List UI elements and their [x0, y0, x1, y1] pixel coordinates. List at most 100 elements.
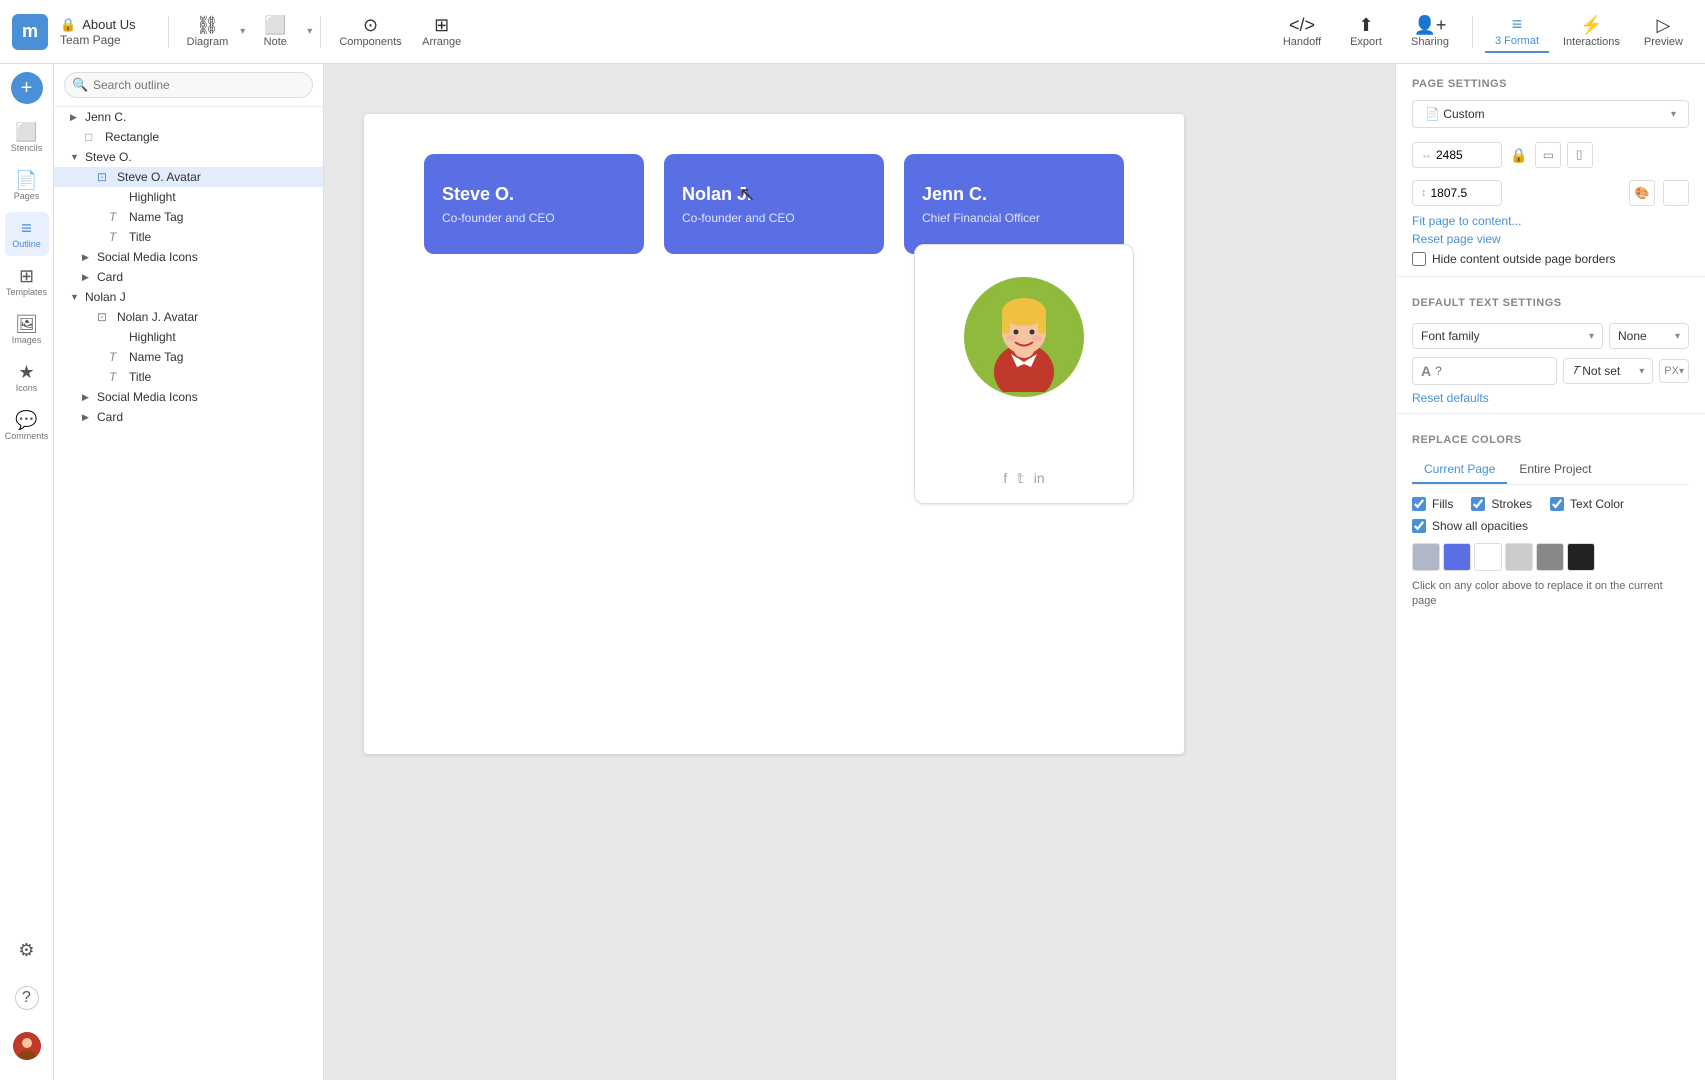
help-button[interactable]: ?	[5, 976, 49, 1020]
font-size-input-box[interactable]: A	[1412, 357, 1557, 385]
sidebar-item-pages[interactable]: 📄 Pages	[5, 164, 49, 208]
fills-row: Fills Strokes Text Color	[1396, 493, 1705, 515]
sidebar-item-icons[interactable]: ★ Icons	[5, 356, 49, 400]
handoff-tool[interactable]: </> Handoff	[1272, 12, 1332, 52]
font-not-set-dropdown[interactable]: 𝑇 Not set ▾	[1563, 358, 1653, 384]
width-input-box[interactable]: ↔	[1412, 142, 1502, 168]
interactions-tool[interactable]: ⚡ Interactions	[1553, 12, 1630, 52]
font-size-input[interactable]	[1435, 364, 1475, 378]
export-tool[interactable]: ⬆ Export	[1336, 12, 1396, 52]
outline-item-nametag-nolan[interactable]: T Name Tag	[54, 347, 323, 367]
sidebar-item-outline[interactable]: ≡ Outline	[5, 212, 49, 256]
outline-item-card-nolan[interactable]: ▶ Card	[54, 407, 323, 427]
fills-label: Fills	[1432, 497, 1453, 511]
hide-content-row: Hide content outside page borders	[1396, 248, 1705, 270]
dimensions-row: ↔ 🔒 ▭ ▭	[1396, 136, 1705, 174]
px-unit-box: PX ▾	[1659, 359, 1689, 383]
color-swatch-gray-medium[interactable]	[1505, 543, 1533, 571]
steve-o-role: Co-founder and CEO	[442, 211, 626, 225]
reset-defaults-link[interactable]: Reset defaults	[1396, 389, 1705, 407]
components-tool[interactable]: ⊙ Components	[329, 12, 411, 52]
outline-item-title-nolan[interactable]: T Title	[54, 367, 323, 387]
outline-item-highlight-nolan[interactable]: Highlight	[54, 327, 323, 347]
height-input-box[interactable]: ↕	[1412, 180, 1502, 206]
strokes-checkbox[interactable]	[1471, 497, 1485, 511]
rectangle-icon: □	[85, 130, 101, 144]
note-arrow[interactable]: ▾	[307, 26, 312, 37]
width-input[interactable]	[1436, 148, 1491, 162]
user-avatar[interactable]	[5, 1024, 49, 1068]
note-tool[interactable]: ⬜ Note ▾	[245, 12, 312, 52]
fit-page-link[interactable]: Fit page to content...	[1396, 212, 1705, 230]
color-swatch-gray-light[interactable]	[1412, 543, 1440, 571]
card-jenn-c-top[interactable]: Jenn C. Chief Financial Officer	[904, 154, 1124, 254]
steve-avatar-icon: ⊡	[97, 170, 113, 184]
page-size-dropdown[interactable]: 📄 Custom ▾	[1412, 100, 1689, 128]
jenn-c-name: Jenn C.	[922, 184, 1106, 205]
outline-item-nolan-j[interactable]: ▼ Nolan J	[54, 287, 323, 307]
sidebar-item-comments[interactable]: 💬 Comments	[5, 404, 49, 448]
steve-avatar-label: Steve O. Avatar	[117, 170, 201, 184]
settings-button[interactable]: ⚙	[5, 928, 49, 972]
card-steve-o[interactable]: Steve O. Co-founder and CEO	[424, 154, 644, 254]
color-swatch-blue[interactable]	[1443, 543, 1471, 571]
sidebar-item-images[interactable]: 🖼 Images	[5, 308, 49, 352]
outline-item-nolan-avatar[interactable]: ⊡ Nolan J. Avatar	[54, 307, 323, 327]
preview-tool[interactable]: ▷ Preview	[1634, 12, 1693, 52]
entire-project-tab[interactable]: Entire Project	[1507, 456, 1603, 484]
fills-checkbox[interactable]	[1412, 497, 1426, 511]
outline-item-social-steve[interactable]: ▶ Social Media Icons	[54, 247, 323, 267]
outline-item-highlight-steve[interactable]: Highlight	[54, 187, 323, 207]
hide-content-checkbox[interactable]	[1412, 252, 1426, 266]
fill-color-icon[interactable]: 🎨	[1629, 180, 1655, 206]
note-label: Note	[264, 36, 287, 48]
images-label: Images	[12, 335, 42, 345]
nametag-steve-icon: T	[109, 210, 125, 224]
color-swatch-black[interactable]	[1567, 543, 1595, 571]
jenn-c-white-card[interactable]: f 𝕥 in	[914, 244, 1134, 504]
canvas[interactable]: Steve O. Co-founder and CEO Nolan J. Co-…	[324, 64, 1395, 1080]
outline-icon: ≡	[21, 219, 32, 237]
font-style-label: None	[1618, 329, 1647, 343]
bg-color-swatch[interactable]	[1663, 180, 1689, 206]
app-logo[interactable]: m	[12, 14, 48, 50]
color-swatch-white[interactable]	[1474, 543, 1502, 571]
font-family-dropdown[interactable]: Font family ▾	[1412, 323, 1603, 349]
diagram-tool[interactable]: ⛓ Diagram ▾	[177, 12, 246, 52]
color-swatch-dark-gray[interactable]	[1536, 543, 1564, 571]
font-style-dropdown[interactable]: None ▾	[1609, 323, 1689, 349]
reset-view-link[interactable]: Reset page view	[1396, 230, 1705, 248]
nametag-nolan-icon: T	[109, 350, 125, 364]
show-opacities-checkbox[interactable]	[1412, 519, 1426, 533]
add-element-button[interactable]: +	[11, 72, 43, 104]
card-nolan-j[interactable]: Nolan J. Co-founder and CEO	[664, 154, 884, 254]
outline-item-social-nolan[interactable]: ▶ Social Media Icons	[54, 387, 323, 407]
twitter-icon: 𝕥	[1017, 470, 1024, 487]
not-set-arrow: ▾	[1639, 366, 1644, 377]
arrange-label: Arrange	[422, 36, 461, 48]
sidebar-item-templates[interactable]: ⊞ Templates	[5, 260, 49, 304]
outline-item-steve-o[interactable]: ▼ Steve O.	[54, 147, 323, 167]
text-color-checkbox[interactable]	[1550, 497, 1564, 511]
landscape-icon[interactable]: ▭	[1567, 142, 1593, 168]
card-nolan-label: Card	[97, 410, 123, 424]
outline-item-rectangle[interactable]: □ Rectangle	[54, 127, 323, 147]
format-icon: ≡	[1512, 15, 1523, 33]
arrange-tool[interactable]: ⊞ Arrange	[412, 12, 472, 52]
portrait-icon[interactable]: ▭	[1535, 142, 1561, 168]
search-input[interactable]	[64, 72, 313, 98]
hide-content-label: Hide content outside page borders	[1432, 252, 1615, 266]
outline-item-card-steve[interactable]: ▶ Card	[54, 267, 323, 287]
outline-item-nametag-steve[interactable]: T Name Tag	[54, 207, 323, 227]
lock-dimensions-icon[interactable]: 🔒	[1510, 147, 1527, 164]
nolan-j-label: Nolan J	[85, 290, 126, 304]
outline-item-jenn-c[interactable]: ▶ Jenn C.	[54, 107, 323, 127]
nametag-steve-label: Name Tag	[129, 210, 183, 224]
outline-item-steve-avatar[interactable]: ⊡ Steve O. Avatar	[54, 167, 323, 187]
outline-item-title-steve[interactable]: T Title	[54, 227, 323, 247]
format-tool[interactable]: ≡ 3 Format	[1485, 11, 1549, 53]
current-page-tab[interactable]: Current Page	[1412, 456, 1507, 484]
sidebar-item-stencils[interactable]: ⬜ Stencils	[5, 116, 49, 160]
sharing-tool[interactable]: 👤+ Sharing	[1400, 12, 1460, 52]
height-input[interactable]	[1431, 186, 1486, 200]
